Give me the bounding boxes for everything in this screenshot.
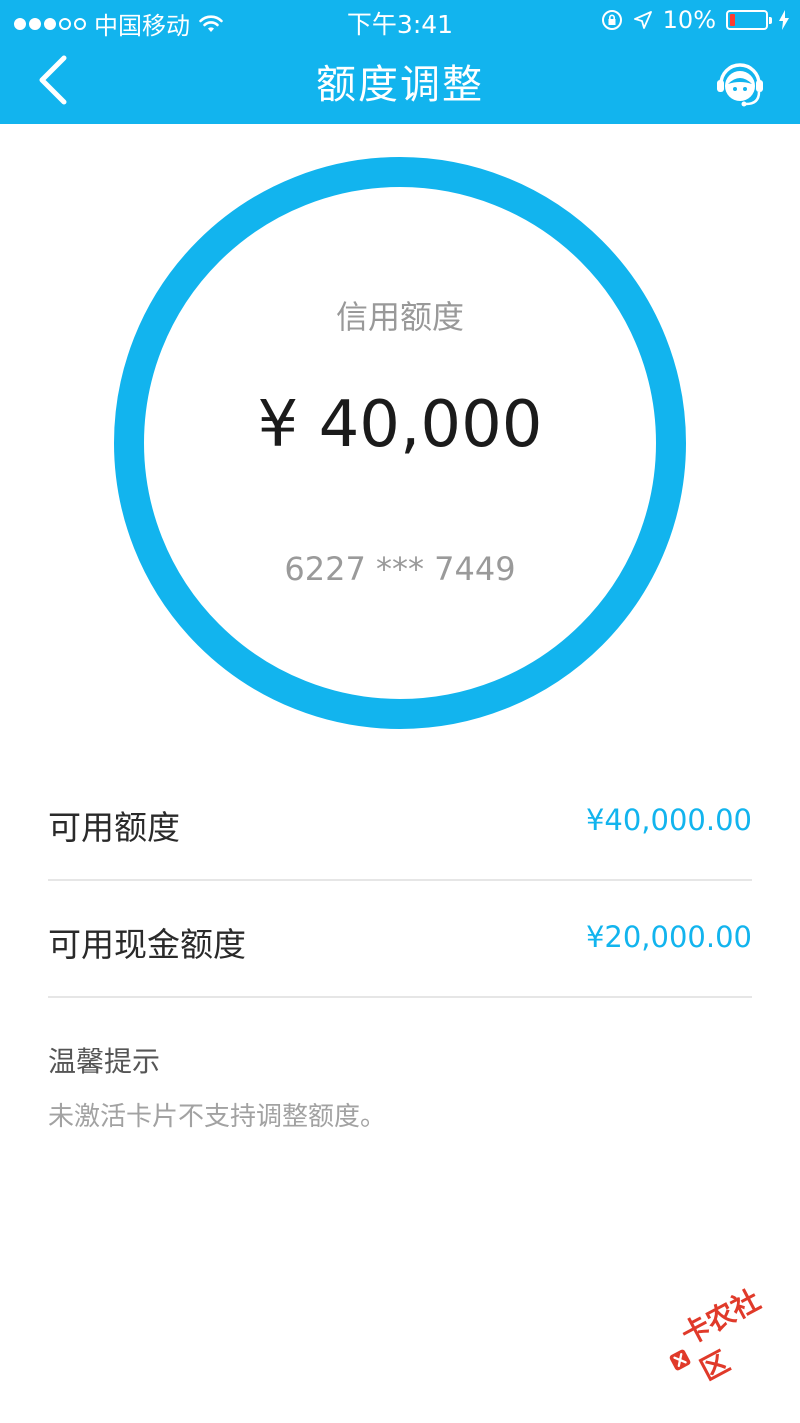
battery-percent: 10% bbox=[662, 6, 716, 34]
available-cash-limit-label: 可用现金额度 bbox=[48, 925, 246, 964]
available-cash-limit-value: ¥20,000.00 bbox=[585, 920, 752, 954]
charging-icon bbox=[779, 10, 789, 30]
card-number: 6227 *** 7449 bbox=[284, 550, 516, 588]
watermark: 卡农社区 bbox=[652, 1278, 787, 1400]
credit-limit-screen: 中国移动 下午3:41 10% 额度调整 信用额度 ¥ 40,000 6227 … bbox=[0, 0, 800, 1423]
top-bar: 中国移动 下午3:41 10% 额度调整 bbox=[0, 0, 800, 124]
page-title: 额度调整 bbox=[316, 62, 484, 108]
status-bar: 中国移动 下午3:41 10% bbox=[0, 0, 800, 40]
available-limit-row: 可用额度 ¥40,000.00 bbox=[48, 765, 752, 881]
watermark-text: 卡农社区 bbox=[675, 1283, 766, 1387]
credit-limit-amount: ¥ 40,000 bbox=[257, 388, 543, 462]
credit-limit-label: 信用额度 bbox=[335, 298, 464, 336]
location-icon bbox=[633, 11, 652, 29]
tips-title: 温馨提示 bbox=[48, 1045, 161, 1078]
orientation-lock-icon bbox=[601, 10, 622, 30]
tips-text: 未激活卡片不支持调整额度。 bbox=[48, 1102, 387, 1132]
battery-icon bbox=[726, 10, 772, 30]
navigation-bar: 额度调整 bbox=[0, 40, 800, 124]
available-cash-limit-row: 可用现金额度 ¥20,000.00 bbox=[48, 882, 752, 998]
status-right: 10% bbox=[601, 6, 790, 34]
available-limit-label: 可用额度 bbox=[48, 808, 180, 847]
customer-service-icon[interactable] bbox=[714, 58, 766, 110]
available-limit-value: ¥40,000.00 bbox=[585, 803, 752, 837]
